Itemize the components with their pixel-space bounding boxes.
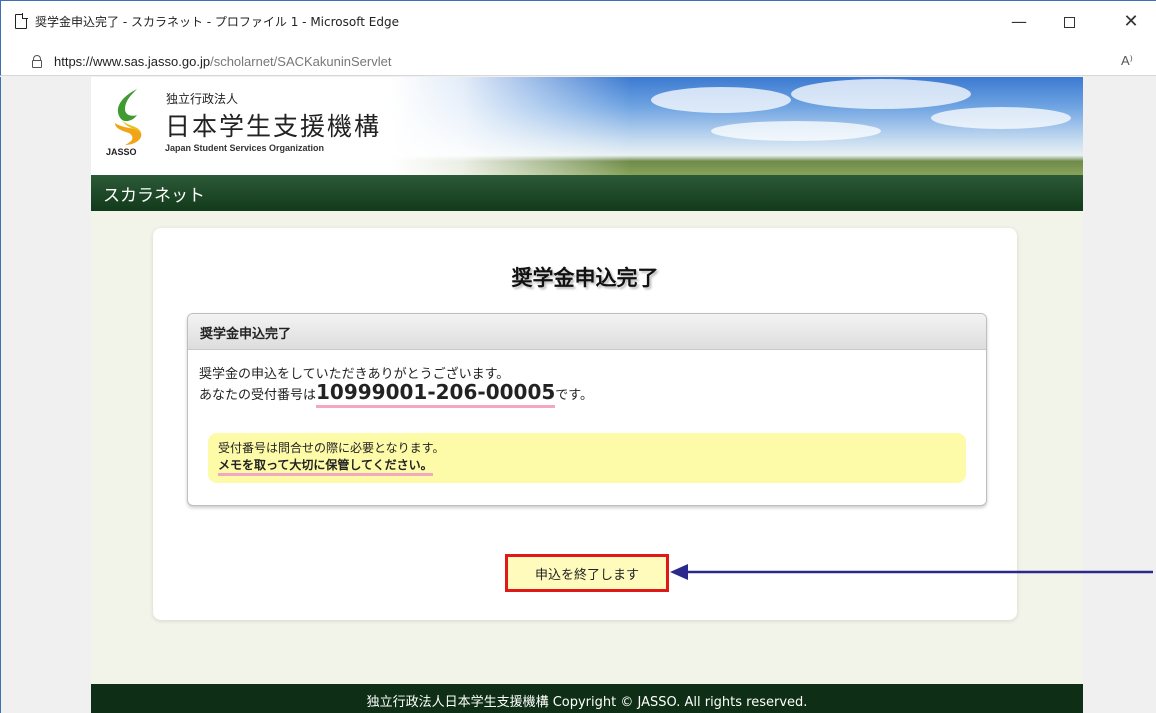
notice-box: 受付番号は問合せの際に必要となります。 メモを取って大切に保管してください。	[208, 433, 966, 483]
site-footer: 独立行政法人日本学生支援機構 Copyright © JASSO. All ri…	[91, 684, 1083, 713]
notice-line-2: メモを取って大切に保管してください。	[218, 456, 433, 476]
maximize-icon	[1063, 17, 1075, 28]
site-nav-bar: スカラネット	[91, 175, 1083, 211]
completion-box-title: 奨学金申込完了	[200, 327, 292, 342]
site-header: JASSO 独立行政法人 日本学生支援機構 Japan Student Serv…	[91, 77, 1083, 175]
maximize-button[interactable]	[1049, 9, 1089, 35]
copyright-text: 独立行政法人日本学生支援機構 Copyright © JASSO. All ri…	[366, 695, 808, 710]
site-container: JASSO 独立行政法人 日本学生支援機構 Japan Student Serv…	[91, 77, 1083, 713]
main-panel: 奨学金申込完了 奨学金申込完了 奨学金の申込をしていただきありがとうございます。…	[153, 228, 1017, 620]
lock-icon[interactable]	[32, 55, 42, 68]
finish-application-button[interactable]: 申込を終了します	[505, 554, 669, 592]
page-title: 奨学金申込完了	[511, 266, 659, 290]
completion-box: 奨学金申込完了 奨学金の申込をしていただきありがとうございます。 あなたの受付番…	[187, 313, 987, 506]
minimize-button[interactable]: —	[999, 9, 1039, 35]
receipt-prefix: あなたの受付番号は	[199, 388, 317, 403]
receipt-number: 10999001-206-00005	[316, 380, 556, 408]
page-viewport: JASSO 独立行政法人 日本学生支援機構 Japan Student Serv…	[0, 77, 1156, 713]
page-icon	[15, 13, 28, 29]
receipt-suffix: です。	[555, 388, 593, 403]
jasso-logo-icon	[115, 89, 142, 145]
receipt-message: あなたの受付番号は10999001-206-00005です。	[199, 380, 593, 408]
url-host: https://www.sas.jasso.go.jp	[54, 54, 211, 69]
address-bar[interactable]: https://www.sas.jasso.go.jp/scholarnet/S…	[0, 48, 1156, 76]
completion-box-header: 奨学金申込完了	[188, 314, 986, 350]
org-type-label: 独立行政法人	[166, 92, 239, 106]
close-button[interactable]: ✕	[1111, 9, 1151, 35]
read-aloud-icon[interactable]: A⁾	[1121, 53, 1133, 69]
org-name: 日本学生支援機構	[165, 112, 382, 141]
notice-line-1: 受付番号は問合せの際に必要となります。	[218, 441, 445, 455]
url-path: /scholarnet/SACKakuninServlet	[210, 54, 392, 69]
site-name: スカラネット	[103, 186, 205, 206]
window-titlebar: 奨学金申込完了 - スカラネット - プロファイル 1 - Microsoft …	[0, 0, 1156, 48]
org-name-english: Japan Student Services Organization	[165, 143, 325, 153]
url-text[interactable]: https://www.sas.jasso.go.jp/scholarnet/S…	[54, 54, 391, 69]
window-title: 奨学金申込完了 - スカラネット - プロファイル 1 - Microsoft …	[35, 15, 399, 29]
logo-text: JASSO	[106, 147, 137, 157]
